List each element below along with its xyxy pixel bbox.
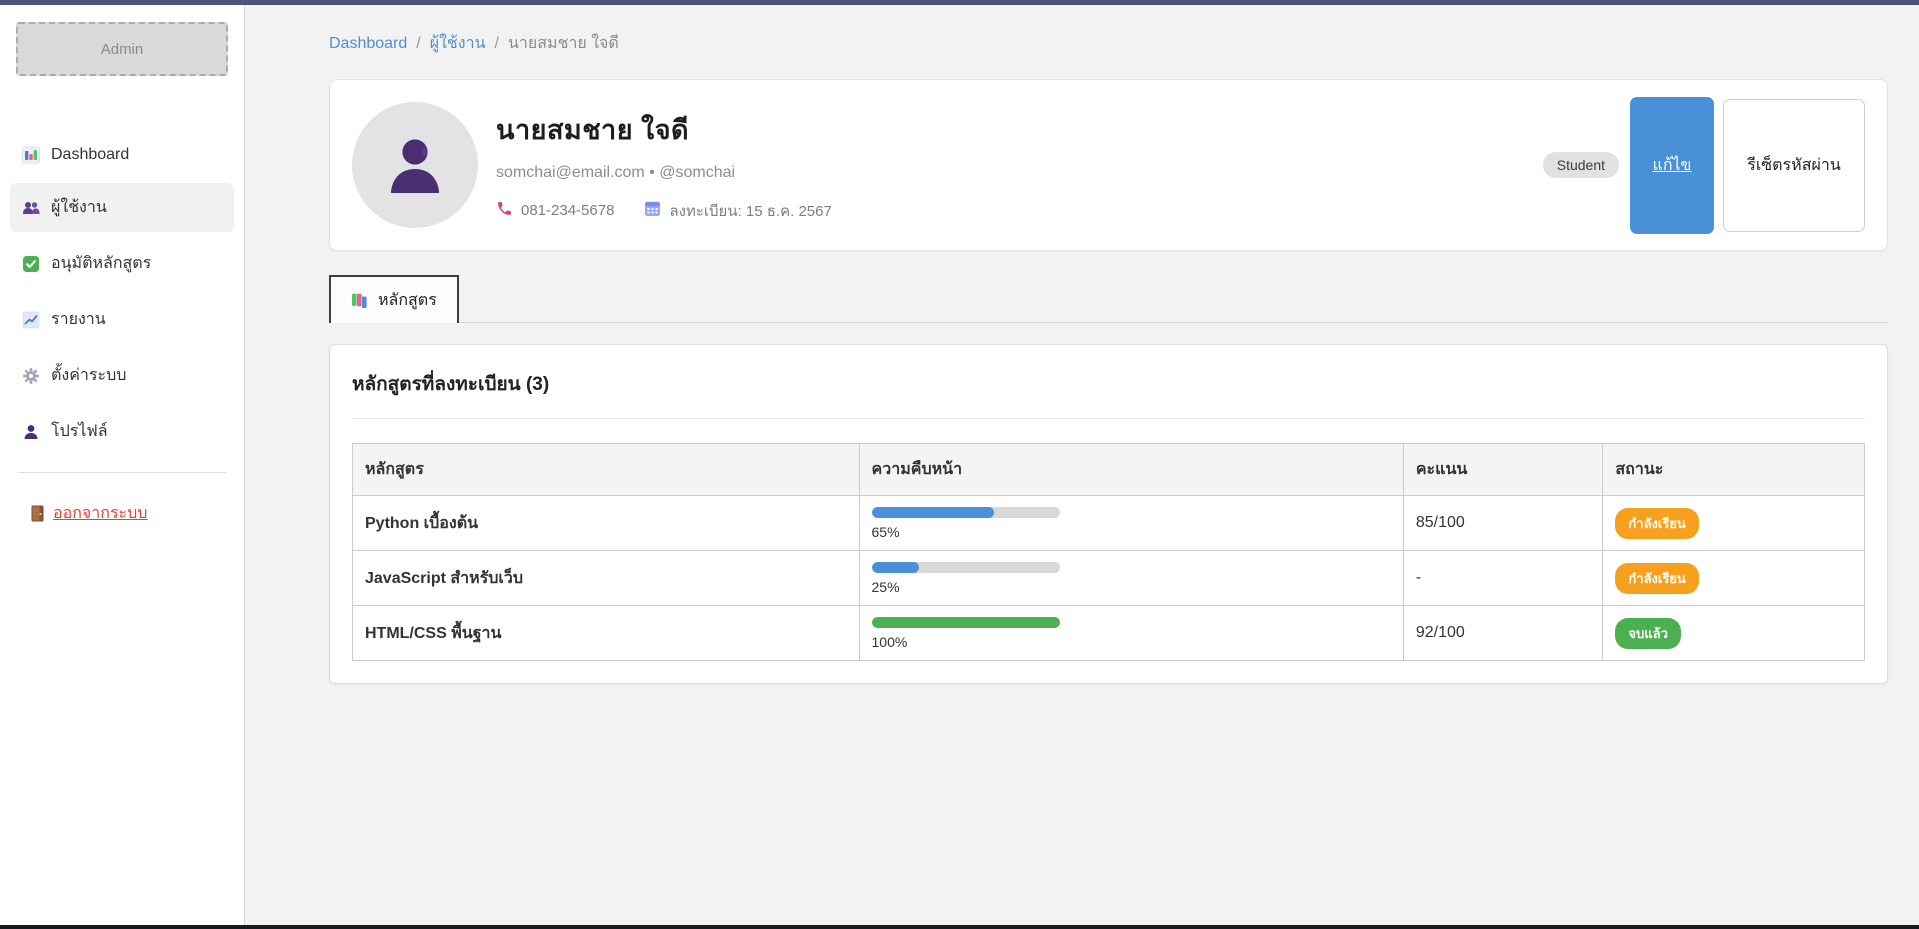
- logout-label: ออกจากระบบ: [53, 501, 147, 526]
- sidebar-item-profile[interactable]: โปรไฟล์: [10, 407, 234, 456]
- sidebar-item-label: Dashboard: [51, 146, 129, 164]
- course-status-cell: กำลังเรียน: [1603, 496, 1865, 551]
- courses-table-header-row: หลักสูตร ความคืบหน้า คะแนน สถานะ: [353, 444, 1865, 496]
- edit-button[interactable]: แก้ไข: [1630, 97, 1714, 234]
- course-status-cell: จบแล้ว: [1603, 606, 1865, 661]
- top-window-bar: [0, 0, 1919, 5]
- sidebar-item-label: รายงาน: [51, 307, 106, 332]
- breadcrumb: Dashboard / ผู้ใช้งาน / นายสมชาย ใจดี: [329, 31, 1888, 56]
- logout-link[interactable]: ออกจากระบบ: [30, 501, 147, 526]
- course-status-cell: กำลังเรียน: [1603, 551, 1865, 606]
- status-badge: กำลังเรียน: [1615, 508, 1698, 539]
- progress-fill: [872, 617, 1060, 628]
- profile-card: นายสมชาย ใจดี somchai@email.com • @somch…: [329, 79, 1888, 251]
- breadcrumb-separator: /: [495, 35, 499, 53]
- check-icon: [22, 255, 40, 273]
- profile-registered: ลงทะเบียน: 15 ธ.ค. 2567: [669, 199, 831, 223]
- progress-track: [872, 507, 1060, 518]
- profile-phone: 081-234-5678: [521, 202, 614, 219]
- course-name: HTML/CSS พื้นฐาน: [353, 606, 860, 661]
- header-course: หลักสูตร: [353, 444, 860, 496]
- progress-label: 25%: [872, 579, 1391, 595]
- progress-track: [872, 562, 1060, 573]
- calendar-icon: [644, 200, 661, 221]
- progress-label: 65%: [872, 524, 1391, 540]
- profile-name: นายสมชาย ใจดี: [496, 108, 832, 151]
- courses-table: หลักสูตร ความคืบหน้า คะแนน สถานะ Python …: [352, 443, 1865, 661]
- table-row: HTML/CSS พื้นฐาน 100% 92/100 จบแล้ว: [353, 606, 1865, 661]
- header-status: สถานะ: [1603, 444, 1865, 496]
- course-score: 85/100: [1403, 496, 1603, 551]
- course-progress-cell: 65%: [859, 496, 1403, 551]
- progress-fill: [872, 507, 994, 518]
- courses-panel-title: หลักสูตรที่ลงทะเบียน (3): [352, 369, 1865, 399]
- sidebar-item-approve-courses[interactable]: อนุมัติหลักสูตร: [10, 239, 234, 288]
- sidebar-item-label: โปรไฟล์: [51, 419, 108, 444]
- sidebar-item-users[interactable]: ผู้ใช้งาน: [10, 183, 234, 232]
- door-icon: [30, 505, 45, 522]
- breadcrumb-link-dashboard[interactable]: Dashboard: [329, 35, 407, 53]
- sidebar-item-dashboard[interactable]: Dashboard: [10, 134, 234, 176]
- tabs-row: หลักสูตร: [329, 275, 1888, 323]
- avatar: [352, 102, 478, 228]
- sidebar-item-label: ตั้งค่าระบบ: [51, 363, 126, 388]
- panel-divider: [352, 418, 1865, 419]
- sidebar-item-reports[interactable]: รายงาน: [10, 295, 234, 344]
- course-progress-cell: 25%: [859, 551, 1403, 606]
- users-icon: [22, 199, 40, 217]
- tab-courses[interactable]: หลักสูตร: [329, 275, 459, 323]
- reset-password-button[interactable]: รีเซ็ตรหัสผ่าน: [1723, 99, 1865, 232]
- profile-meta-row: 081-234-5678 ลงทะเบียน: 15 ธ.ค. 2567: [496, 199, 832, 223]
- role-badge: Student: [1543, 152, 1619, 178]
- breadcrumb-current: นายสมชาย ใจดี: [508, 31, 619, 56]
- status-badge: กำลังเรียน: [1615, 563, 1698, 594]
- breadcrumb-link-users[interactable]: ผู้ใช้งาน: [430, 31, 486, 56]
- gear-icon: [22, 367, 40, 385]
- courses-panel: หลักสูตรที่ลงทะเบียน (3) หลักสูตร ความคื…: [329, 344, 1888, 684]
- admin-logo-placeholder: Admin: [16, 22, 228, 76]
- main-content: Dashboard / ผู้ใช้งาน / นายสมชาย ใจดี นา…: [245, 5, 1919, 929]
- profile-actions: Student แก้ไข รีเซ็ตรหัสผ่าน: [1543, 97, 1865, 234]
- sidebar: Admin Dashboard ผู้ใช้งาน อนุมัติหลักสูต…: [0, 5, 245, 929]
- profile-email-line: somchai@email.com • @somchai: [496, 164, 832, 182]
- admin-logo-label: Admin: [101, 41, 144, 58]
- sidebar-item-label: ผู้ใช้งาน: [51, 195, 107, 220]
- bar-chart-icon: [22, 146, 40, 164]
- progress-fill: [872, 562, 919, 573]
- header-progress: ความคืบหน้า: [859, 444, 1403, 496]
- person-icon: [22, 423, 40, 441]
- sidebar-divider: [18, 472, 226, 473]
- sidebar-menu: Dashboard ผู้ใช้งาน อนุมัติหลักสูตร รายง…: [0, 134, 244, 456]
- avatar-person-icon: [379, 129, 451, 201]
- line-chart-icon: [22, 311, 40, 329]
- course-score: 92/100: [1403, 606, 1603, 661]
- app-root: Admin Dashboard ผู้ใช้งาน อนุมัติหลักสูต…: [0, 0, 1919, 929]
- sidebar-item-settings[interactable]: ตั้งค่าระบบ: [10, 351, 234, 400]
- table-row: JavaScript สำหรับเว็บ 25% - กำลังเรียน: [353, 551, 1865, 606]
- breadcrumb-separator: /: [416, 35, 420, 53]
- course-progress-cell: 100%: [859, 606, 1403, 661]
- progress-label: 100%: [872, 634, 1391, 650]
- profile-info: นายสมชาย ใจดี somchai@email.com • @somch…: [496, 108, 832, 223]
- status-badge: จบแล้ว: [1615, 618, 1681, 649]
- tab-courses-label: หลักสูตร: [378, 288, 437, 313]
- bottom-window-bar: [0, 925, 1919, 929]
- course-score: -: [1403, 551, 1603, 606]
- profile-registered-item: ลงทะเบียน: 15 ธ.ค. 2567: [644, 199, 831, 223]
- course-name: Python เบื้องต้น: [353, 496, 860, 551]
- table-row: Python เบื้องต้น 65% 85/100 กำลังเรียน: [353, 496, 1865, 551]
- sidebar-item-label: อนุมัติหลักสูตร: [51, 251, 151, 276]
- course-name: JavaScript สำหรับเว็บ: [353, 551, 860, 606]
- phone-icon: [496, 200, 513, 221]
- progress-track: [872, 617, 1060, 628]
- profile-phone-item: 081-234-5678: [496, 200, 614, 221]
- header-score: คะแนน: [1403, 444, 1603, 496]
- books-icon: [351, 292, 369, 308]
